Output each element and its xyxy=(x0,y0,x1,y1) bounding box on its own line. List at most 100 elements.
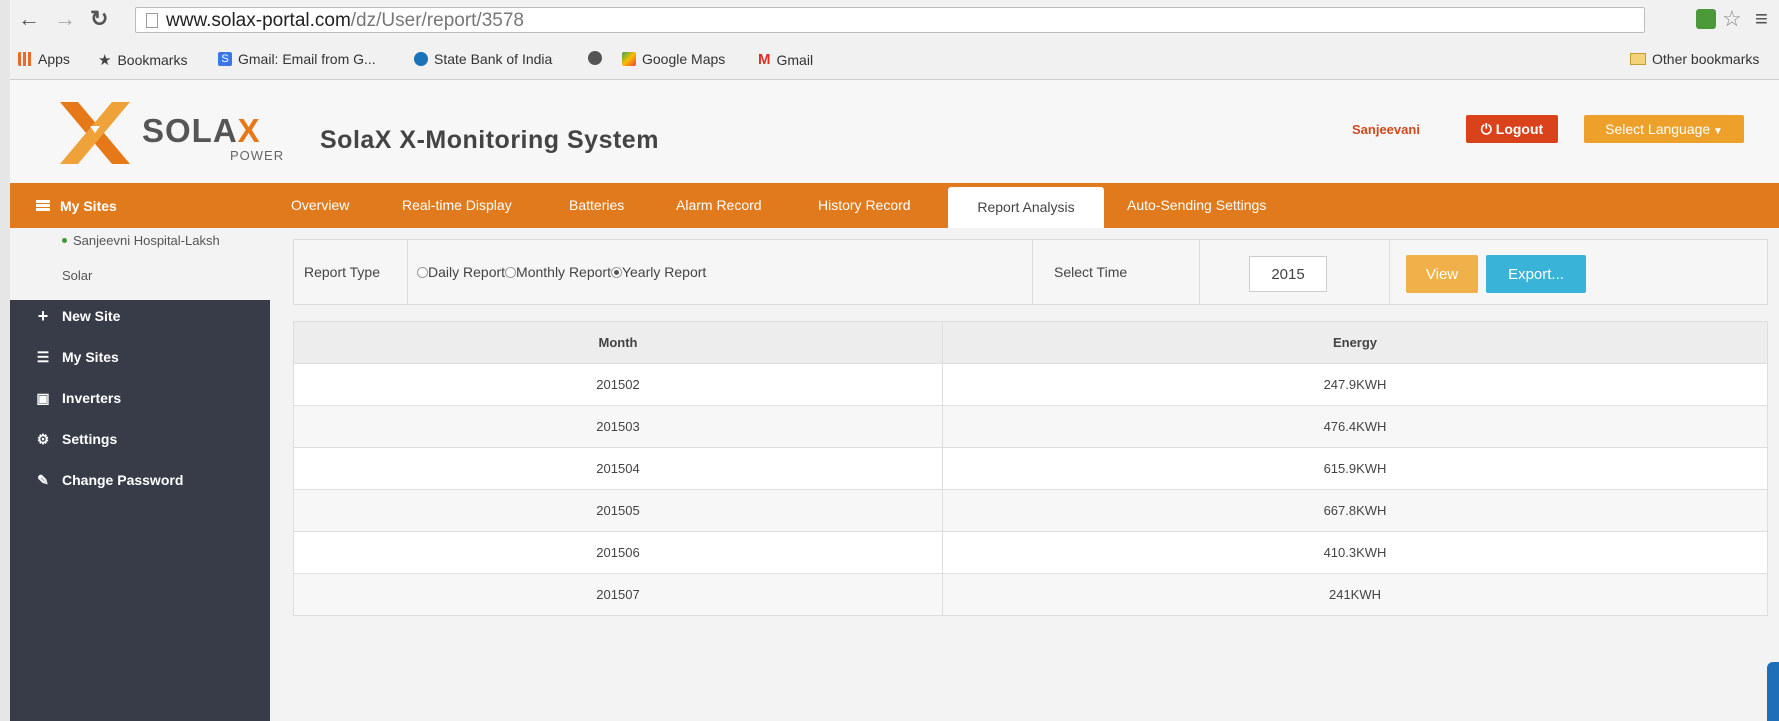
sidebar-site-list: Sanjeevni Hospital-Laksh Solar xyxy=(10,228,270,300)
radio-button[interactable] xyxy=(610,267,622,278)
bookmark-bookmarks[interactable]: ★ Bookmarks xyxy=(98,51,187,69)
sidebar-item-settings[interactable]: ⚙ Settings xyxy=(36,430,118,448)
month-cell: 201506 xyxy=(293,531,943,574)
list-icon: ☰ xyxy=(36,348,50,365)
browser-toolbar: ← → ↻ www.solax-portal.com/dz/User/repor… xyxy=(10,0,1779,40)
sidebar-item-inverters[interactable]: ▣ Inverters xyxy=(36,389,122,407)
main-nav: My Sites Overview Real-time Display Batt… xyxy=(10,183,1779,228)
column-header-month: Month xyxy=(293,321,943,364)
mysites-header[interactable]: My Sites xyxy=(10,183,270,228)
caret-down-icon: ▼ xyxy=(1710,126,1723,137)
back-arrow-icon[interactable]: ← xyxy=(18,8,40,30)
column-header-energy: Energy xyxy=(942,321,1768,364)
site-item[interactable]: Sanjeevni Hospital-Laksh xyxy=(62,233,220,248)
radio-yearly-report[interactable]: Yearly Report xyxy=(610,264,707,280)
energy-cell: 667.8KWH xyxy=(942,489,1768,532)
sidebar-item-my-sites[interactable]: ☰ My Sites xyxy=(36,348,119,366)
tab-batteries[interactable]: Batteries xyxy=(569,183,624,228)
bookmark-maps[interactable]: Google Maps xyxy=(622,51,725,67)
solax-logo: SOLAX POWER xyxy=(50,102,290,164)
tab-auto-sending-settings[interactable]: Auto-Sending Settings xyxy=(1127,183,1266,228)
energy-cell: 241KWH xyxy=(942,573,1768,616)
radio-button[interactable] xyxy=(417,267,428,278)
logout-button[interactable]: ⏻ Logout xyxy=(1466,115,1558,143)
bookmark-gmail-g[interactable]: S Gmail: Email from G... xyxy=(218,51,376,67)
maps-pin-icon xyxy=(622,52,636,66)
browser-window: ← → ↻ www.solax-portal.com/dz/User/repor… xyxy=(10,0,1779,721)
radio-label: Yearly Report xyxy=(621,264,707,280)
select-language-button[interactable]: Select Language ▼ xyxy=(1584,115,1744,143)
radio-label: Monthly Report xyxy=(516,264,611,280)
sidebar-item-label: Inverters xyxy=(62,390,122,406)
logout-label: Logout xyxy=(1495,120,1544,137)
username[interactable]: Sanjeevani xyxy=(1352,122,1420,137)
gmail-m-icon: M xyxy=(758,51,771,68)
sidebar-item-change-password[interactable]: ✎ Change Password xyxy=(36,472,183,489)
tab-report-analysis[interactable]: Report Analysis xyxy=(948,187,1104,228)
bookmark-label: Gmail xyxy=(776,51,814,68)
url-path: /dz/User/report/3578 xyxy=(350,10,524,31)
energy-cell: 247.9KWH xyxy=(942,363,1768,406)
star-icon: ★ xyxy=(98,52,112,69)
folder-icon xyxy=(1630,53,1646,65)
radio-daily-report[interactable]: Daily Report xyxy=(417,264,505,280)
power-icon: ⏻ xyxy=(1480,120,1496,137)
table-row: 201507 241KWH xyxy=(293,573,1768,616)
logo-main-text: SOLA xyxy=(142,112,238,149)
bookmark-label: Bookmarks xyxy=(117,52,188,68)
export-button[interactable]: Export... xyxy=(1486,255,1586,293)
forward-arrow-icon[interactable]: → xyxy=(54,8,76,30)
month-cell: 201503 xyxy=(293,405,943,448)
bookmark-sbi[interactable]: State Bank of India xyxy=(414,51,552,67)
language-label: Select Language xyxy=(1605,121,1711,137)
apps-grid-icon xyxy=(18,52,32,66)
select-time-label: Select Time xyxy=(1054,264,1128,280)
gear-icon: ⚙ xyxy=(36,430,50,447)
globe-icon xyxy=(588,51,602,65)
report-table: Month Energy 201502 247.9KWH 201503 476.… xyxy=(293,321,1768,616)
site-name-line1: Sanjeevni Hospital-Laksh xyxy=(73,233,220,248)
logo-subtext: POWER xyxy=(230,148,285,163)
inverter-icon: ▣ xyxy=(36,389,50,406)
view-button[interactable]: View xyxy=(1406,255,1478,293)
logo-x-icon xyxy=(60,102,130,164)
bookmark-label: Apps xyxy=(38,51,70,67)
bookmark-apps[interactable]: Apps xyxy=(18,51,70,67)
table-row: 201505 667.8KWH xyxy=(293,489,1768,532)
month-cell: 201504 xyxy=(293,447,943,490)
page-title: SolaX X-Monitoring System xyxy=(320,126,659,154)
site-name-line2[interactable]: Solar xyxy=(62,268,92,283)
energy-cell: 476.4KWH xyxy=(942,405,1768,448)
table-row: 201504 615.9KWH xyxy=(293,447,1768,490)
divider xyxy=(1199,240,1200,304)
other-bookmarks[interactable]: Other bookmarks xyxy=(1630,51,1759,67)
month-cell: 201507 xyxy=(293,573,943,616)
tab-alarm-record[interactable]: Alarm Record xyxy=(676,183,762,228)
reload-icon[interactable]: ↻ xyxy=(90,8,108,30)
status-dot-icon xyxy=(62,238,67,243)
report-type-label: Report Type xyxy=(304,264,381,280)
bookmark-gmail[interactable]: M Gmail xyxy=(758,51,813,68)
bookmark-label: Gmail: Email from G... xyxy=(238,51,376,67)
report-type-options: Daily Report Monthly Report Yearly Report xyxy=(417,240,706,304)
sidebar-item-new-site[interactable]: + New Site xyxy=(36,305,121,326)
energy-cell: 410.3KWH xyxy=(942,531,1768,574)
extension-icon[interactable] xyxy=(1696,9,1716,29)
corner-decoration xyxy=(1767,662,1779,721)
address-bar[interactable]: www.solax-portal.com/dz/User/report/3578 xyxy=(135,7,1645,33)
menu-icon[interactable]: ≡ xyxy=(1755,6,1768,32)
select-time-input[interactable] xyxy=(1249,256,1327,292)
table-row: 201502 247.9KWH xyxy=(293,363,1768,406)
tab-history-record[interactable]: History Record xyxy=(818,183,911,228)
divider xyxy=(407,240,408,304)
bookmark-label: State Bank of India xyxy=(434,51,553,67)
sidebar-item-label: Settings xyxy=(62,431,118,447)
page-icon xyxy=(146,13,158,28)
radio-monthly-report[interactable]: Monthly Report xyxy=(505,264,611,280)
plus-icon: + xyxy=(37,305,49,326)
tab-overview[interactable]: Overview xyxy=(291,183,349,228)
tab-realtime-display[interactable]: Real-time Display xyxy=(402,183,512,228)
bookmark-globe[interactable] xyxy=(588,51,602,65)
radio-button[interactable] xyxy=(505,267,517,278)
bookmark-star-icon[interactable]: ☆ xyxy=(1722,6,1742,32)
